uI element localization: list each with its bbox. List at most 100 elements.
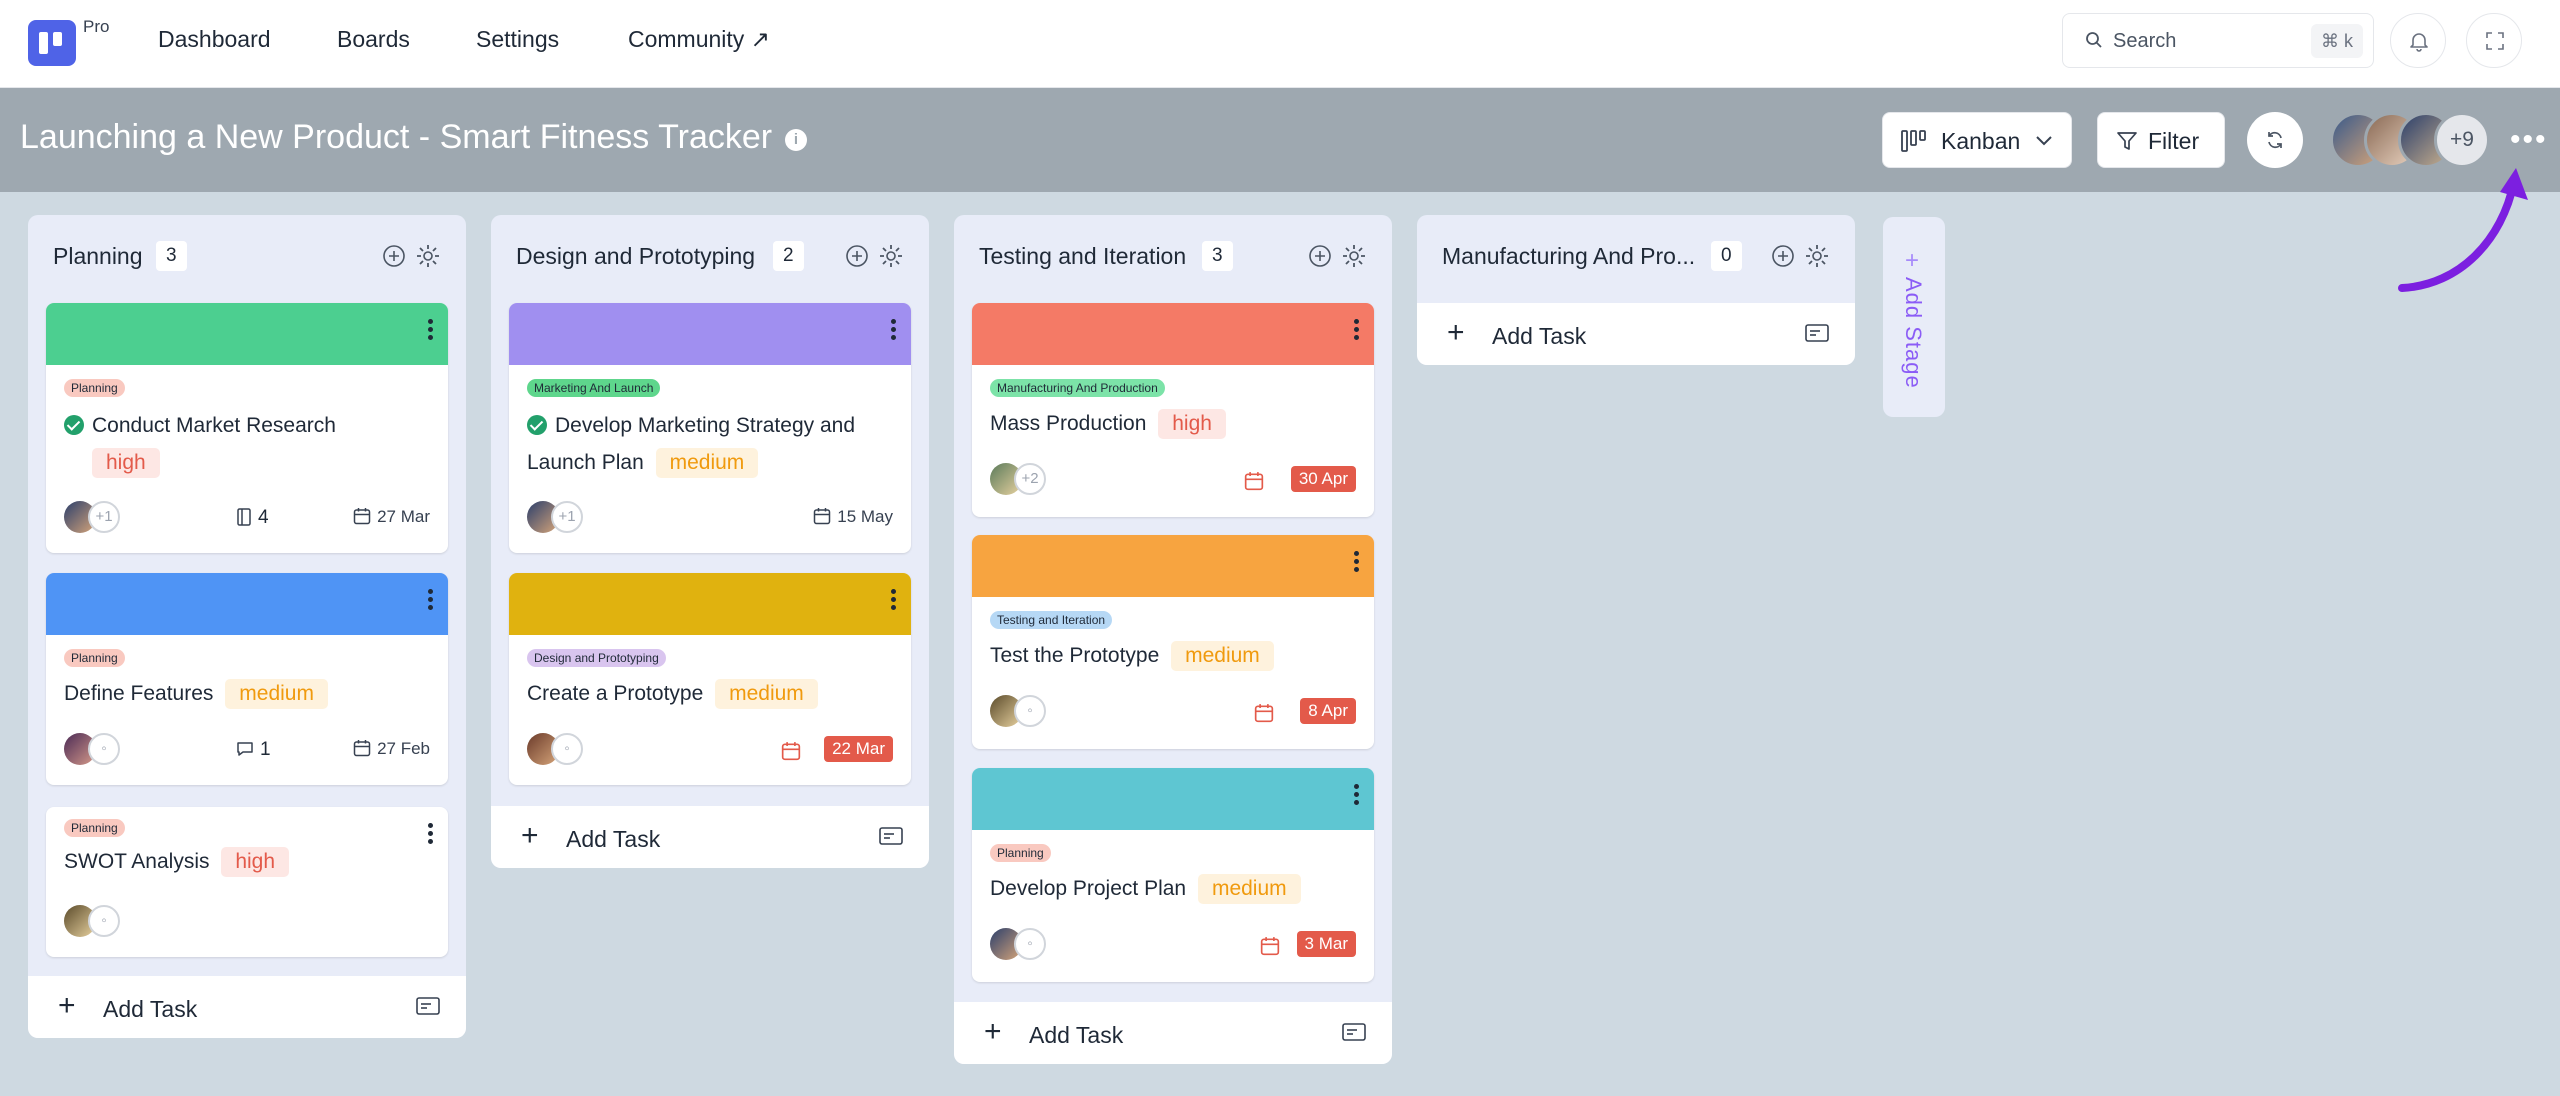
calendar-icon: [1260, 937, 1280, 956]
sync-button[interactable]: [2247, 112, 2303, 168]
nav-link-boards[interactable]: Boards: [337, 26, 410, 53]
task-card[interactable]: Design and Prototyping Create a Prototyp…: [509, 573, 911, 785]
add-circle-icon[interactable]: [1307, 243, 1333, 269]
stage-tag: Testing and Iteration: [990, 611, 1113, 629]
gear-icon[interactable]: [878, 243, 904, 269]
card-menu-icon[interactable]: [1354, 784, 1360, 806]
card-footer: ◦ 3 Mar: [990, 928, 1356, 962]
due-date-value: 27 Mar: [377, 507, 430, 526]
card-menu-icon[interactable]: [1354, 551, 1360, 573]
plus-icon: +: [521, 819, 539, 852]
card-cover: [972, 535, 1374, 597]
add-task-button[interactable]: + Add Task: [954, 1002, 1392, 1064]
plus-icon: +: [984, 1015, 1002, 1048]
card-menu-icon[interactable]: [428, 823, 434, 845]
template-icon[interactable]: [1805, 323, 1829, 343]
column-testing-and-iteration: Testing and Iteration 3 Manufacturing An…: [954, 215, 1392, 1064]
card-title: Mass Production: [990, 412, 1147, 435]
add-task-button[interactable]: + Add Task: [28, 976, 466, 1038]
calendar-icon: [781, 742, 801, 761]
add-task-button[interactable]: + Add Task: [491, 806, 929, 868]
column-planning: Planning 3 Planning Conduct Market Resea…: [28, 215, 466, 1038]
template-icon[interactable]: [416, 996, 440, 1016]
unassigned-avatar-icon[interactable]: ◦: [551, 733, 583, 765]
app-logo[interactable]: [28, 20, 76, 66]
gear-icon[interactable]: [1804, 243, 1830, 269]
card-menu-icon[interactable]: [1354, 319, 1360, 341]
task-card[interactable]: Planning SWOT Analysis high ◦: [46, 807, 448, 957]
nav-link-community[interactable]: Community ↗: [628, 26, 770, 53]
card-title-block: Create a Prototype medium: [527, 675, 897, 712]
nav-link-settings[interactable]: Settings: [476, 26, 559, 53]
card-menu-icon[interactable]: [891, 589, 897, 611]
task-card[interactable]: Testing and Iteration Test the Prototype…: [972, 535, 1374, 749]
more-options-icon[interactable]: •••: [2510, 125, 2548, 155]
card-cover: [46, 573, 448, 635]
card-cover: [972, 768, 1374, 830]
card-footer: ◦: [64, 905, 430, 939]
column-title: Planning: [53, 243, 143, 269]
card-menu-icon[interactable]: [428, 319, 434, 341]
view-switcher-button[interactable]: Kanban: [1882, 112, 2072, 168]
task-card[interactable]: Planning Develop Project Plan medium ◦ 3…: [972, 768, 1374, 982]
calendar-icon: [353, 740, 371, 757]
task-card[interactable]: Planning Conduct Market Research high +1…: [46, 303, 448, 553]
add-task-label: Add Task: [1029, 1022, 1124, 1048]
search-input[interactable]: [2113, 26, 2303, 56]
stage-tag: Design and Prototyping: [527, 649, 666, 667]
extra-assignees[interactable]: +1: [88, 501, 120, 533]
info-icon[interactable]: i: [785, 129, 807, 151]
due-date-value: 15 May: [837, 507, 893, 526]
card-footer: +1 4 27 Mar: [64, 501, 430, 535]
search-shortcut-hint: ⌘ k: [2310, 24, 2363, 58]
extra-assignees[interactable]: +1: [551, 501, 583, 533]
task-card[interactable]: Marketing And Launch Develop Marketing S…: [509, 303, 911, 553]
card-title: Develop Project Plan: [990, 877, 1187, 900]
expand-icon: [2486, 32, 2504, 50]
add-stage-button[interactable]: + Add Stage: [1883, 217, 1945, 417]
add-task-label: Add Task: [1492, 323, 1587, 349]
chevron-down-icon: [2036, 136, 2052, 146]
card-cover: [509, 303, 911, 365]
task-card[interactable]: Planning Define Features medium ◦ 1 27 F…: [46, 573, 448, 785]
add-circle-icon[interactable]: [844, 243, 870, 269]
unassigned-avatar-icon[interactable]: ◦: [88, 733, 120, 765]
filter-button[interactable]: Filter: [2097, 112, 2225, 168]
add-task-label: Add Task: [103, 996, 198, 1022]
fullscreen-button[interactable]: [2466, 13, 2522, 68]
column-task-count: 3: [156, 241, 187, 271]
add-circle-icon[interactable]: [381, 243, 407, 269]
add-stage-label: Add Stage: [1901, 277, 1926, 389]
priority-badge: medium: [715, 679, 818, 709]
add-task-button[interactable]: + Add Task: [1417, 303, 1855, 365]
card-menu-icon[interactable]: [891, 319, 897, 341]
overdue-date-badge: 8 Apr: [1300, 698, 1356, 724]
card-title: Test the Prototype: [990, 644, 1160, 667]
search-box[interactable]: ⌘ k: [2062, 13, 2374, 68]
add-task-label: Add Task: [566, 826, 661, 852]
attachments-value: 4: [258, 507, 269, 528]
card-footer: ◦ 22 Mar: [527, 733, 893, 767]
add-circle-icon[interactable]: [1770, 243, 1796, 269]
gear-icon[interactable]: [1341, 243, 1367, 269]
priority-badge: medium: [1171, 641, 1274, 671]
unassigned-avatar-icon[interactable]: ◦: [1014, 695, 1046, 727]
calendar-icon: [1254, 704, 1274, 723]
notifications-button[interactable]: [2390, 13, 2446, 68]
calendar-icon: [353, 508, 371, 525]
column-title: Design and Prototyping: [516, 243, 756, 269]
gear-icon[interactable]: [415, 243, 441, 269]
extra-assignees[interactable]: +2: [1014, 463, 1046, 495]
unassigned-avatar-icon[interactable]: ◦: [88, 905, 120, 937]
task-card[interactable]: Manufacturing And Production Mass Produc…: [972, 303, 1374, 517]
template-icon[interactable]: [879, 826, 903, 846]
priority-badge: medium: [655, 448, 759, 478]
unassigned-avatar-icon[interactable]: ◦: [1014, 928, 1046, 960]
card-menu-icon[interactable]: [428, 589, 434, 611]
due-date-value: 27 Feb: [377, 739, 430, 758]
due-date: 15 May: [813, 507, 893, 527]
template-icon[interactable]: [1342, 1022, 1366, 1042]
board-header: Launching a New Product - Smart Fitness …: [0, 88, 2560, 192]
card-footer: +1 15 May: [527, 501, 893, 535]
nav-link-dashboard[interactable]: Dashboard: [158, 26, 271, 53]
